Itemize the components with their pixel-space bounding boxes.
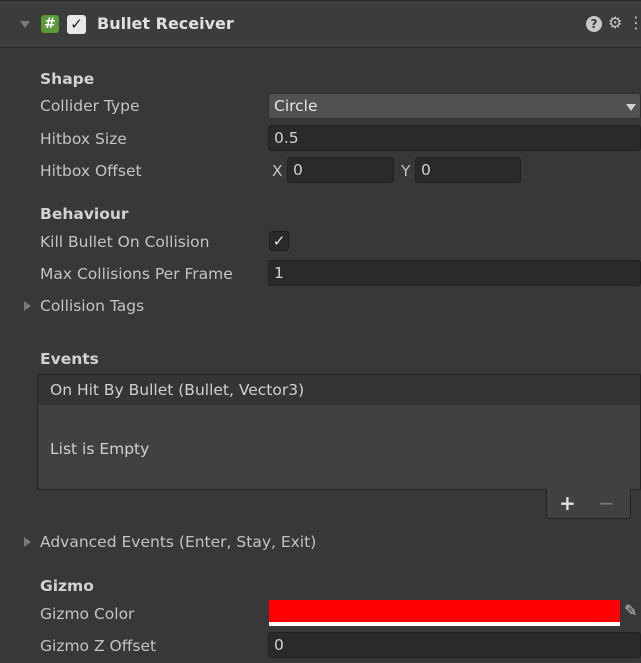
- offset-x-field[interactable]: 0: [287, 157, 394, 183]
- section-behaviour: Behaviour: [40, 205, 129, 223]
- event-list-body: List is Empty: [37, 405, 641, 490]
- foldout-arrow-icon[interactable]: [20, 21, 30, 28]
- section-shape: Shape: [40, 70, 95, 88]
- kill-bullet-checkbox[interactable]: ✓: [269, 231, 289, 251]
- gizmo-z-offset-field[interactable]: 0: [268, 632, 641, 658]
- collider-type-dropdown[interactable]: Circle: [268, 93, 641, 119]
- event-title: On Hit By Bullet (Bullet, Vector3): [50, 381, 305, 399]
- presets-icon[interactable]: ⚙: [608, 13, 622, 32]
- help-icon[interactable]: ?: [586, 16, 602, 32]
- chevron-down-icon: [626, 104, 636, 111]
- section-gizmo: Gizmo: [40, 577, 94, 595]
- gizmo-color-label: Gizmo Color: [40, 605, 135, 623]
- script-icon: #: [41, 15, 59, 33]
- collider-type-label: Collider Type: [40, 97, 140, 115]
- advanced-events-label[interactable]: Advanced Events (Enter, Stay, Exit): [40, 533, 316, 551]
- hitbox-size-label: Hitbox Size: [40, 130, 127, 148]
- max-collisions-field[interactable]: 1: [268, 260, 641, 286]
- event-header: On Hit By Bullet (Bullet, Vector3): [37, 374, 641, 406]
- collision-tags-label[interactable]: Collision Tags: [40, 297, 144, 315]
- hitbox-offset-label: Hitbox Offset: [40, 162, 142, 180]
- kill-bullet-label: Kill Bullet On Collision: [40, 233, 210, 251]
- section-events: Events: [40, 350, 99, 368]
- list-footer: + −: [546, 489, 631, 519]
- collider-type-value: Circle: [274, 97, 318, 115]
- remove-button[interactable]: −: [598, 491, 615, 515]
- gizmo-z-offset-label: Gizmo Z Offset: [40, 637, 157, 655]
- eyedropper-icon[interactable]: ✎: [624, 601, 637, 620]
- offset-y-label: Y: [401, 162, 411, 180]
- hitbox-size-field[interactable]: 0.5: [268, 125, 641, 151]
- advanced-events-foldout-icon[interactable]: [24, 537, 31, 547]
- enabled-checkbox[interactable]: ✓: [67, 15, 86, 34]
- context-menu-icon[interactable]: ⋮: [628, 13, 641, 32]
- component-title: Bullet Receiver: [97, 14, 234, 33]
- gizmo-color-field[interactable]: [269, 600, 620, 626]
- offset-x-label: X: [272, 162, 283, 180]
- component-header[interactable]: # ✓ Bullet Receiver ? ⚙ ⋮: [0, 0, 641, 48]
- max-collisions-label: Max Collisions Per Frame: [40, 265, 233, 283]
- add-button[interactable]: +: [559, 491, 576, 515]
- collision-tags-foldout-icon[interactable]: [24, 301, 31, 311]
- list-empty-text: List is Empty: [50, 440, 150, 458]
- offset-y-field[interactable]: 0: [415, 157, 521, 183]
